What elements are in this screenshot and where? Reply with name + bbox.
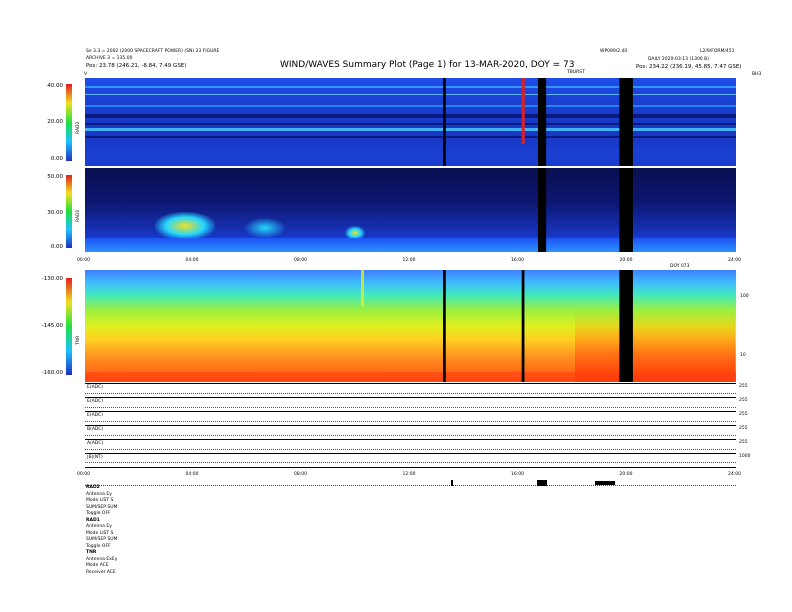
data-gap-2-0 (443, 270, 446, 382)
line-right-tick-5: 1000 (739, 454, 751, 459)
status-tnr-head: TNR (86, 550, 97, 555)
status-tnr-line-1: Mode ACE (86, 563, 109, 568)
data-gap-0-2 (537, 78, 547, 166)
line-label-3: B(ADC) (87, 427, 104, 432)
line-trace-5 (85, 462, 736, 463)
line-label-5: |B|(NT) (87, 455, 103, 460)
line-label-1: E(ADC) (87, 399, 104, 404)
line-row-2: E(ADC) 255 (85, 411, 748, 426)
time-axis-bottom-tick-5: 20:00 (619, 472, 633, 477)
gap-overlay (443, 78, 633, 382)
line-trace-4 (85, 449, 736, 450)
line-label-2: E(ADC) (87, 413, 104, 418)
line-label-0: E(ADC) (87, 385, 104, 390)
line-plots: E(ADC) 255 E(ADC) 255 E(ADC) 255 B(ADC) 255 A(AD… (85, 383, 750, 469)
line-right-tick-3: 255 (739, 426, 748, 431)
status-rad1-line-3: Toggle OFF (86, 543, 111, 549)
line-right-tick-1: 255 (739, 398, 748, 403)
line-right-tick-2: 255 (739, 412, 748, 417)
time-axis-bottom: 00:00 04:00 08:00 12:00 16:00 20:00 24:00 (0, 472, 792, 481)
status-rad1-head: RAD1 (86, 517, 100, 523)
status-rad2-line-3: Toggle OFF (86, 511, 111, 516)
status-rad2-line-2: SUM/SEP SUM (86, 504, 118, 510)
time-axis-bottom-tick-1: 04:00 (185, 472, 199, 477)
time-axis-bottom-tick-2: 08:00 (294, 472, 307, 477)
status-rad2-line-1: Mode LIST S (86, 498, 114, 503)
status-rad1-line-0: Antenna Ey (86, 524, 112, 529)
time-axis-bottom-tick-6: 24:00 (728, 472, 741, 477)
line-row-1: E(ADC) 255 (85, 397, 748, 412)
line-trace-2 (85, 421, 736, 422)
line-trace-3 (85, 435, 736, 436)
status-tnr-line-2: Receiver ACE (86, 569, 116, 575)
time-axis-bottom-tick-0: 00:00 (77, 472, 90, 477)
data-gap-2-1 (521, 270, 525, 382)
line-trace-0 (85, 393, 736, 394)
data-gap-1-4 (619, 168, 633, 252)
line-row-3: B(ADC) 255 (85, 425, 748, 440)
time-axis-bottom-tick-3: 12:00 (402, 472, 416, 477)
status-rad1-line-1: Mode LIST S (86, 530, 114, 536)
status-rad2-line-0: Antenna Ey (86, 491, 112, 497)
event-strip (85, 480, 736, 486)
status-rad2-head: RAD2 (86, 485, 100, 490)
burst-0-1 (521, 78, 525, 144)
line-label-4: A(ADC) (87, 441, 104, 446)
line-row-4: A(ADC) 255 (85, 439, 748, 454)
data-gap-1-3 (537, 168, 547, 252)
line-right-tick-4: 255 (739, 440, 748, 445)
time-axis-bottom-tick-4: 16:00 (511, 472, 524, 477)
line-plots-bottom-border (85, 467, 736, 468)
data-gap-0-3 (619, 78, 633, 166)
status-rad1-line-2: SUM/SEP SUM (86, 537, 118, 542)
line-row-5: |B|(NT) 1000 (85, 453, 750, 468)
data-gap-0-0 (443, 78, 446, 166)
data-gap-2-2 (619, 270, 633, 382)
line-trace-1 (85, 407, 736, 408)
status-tnr-line-0: Antenna ExEy (86, 556, 118, 562)
line-row-0: E(ADC) 255 (85, 383, 748, 398)
line-right-tick-0: 255 (739, 384, 748, 389)
